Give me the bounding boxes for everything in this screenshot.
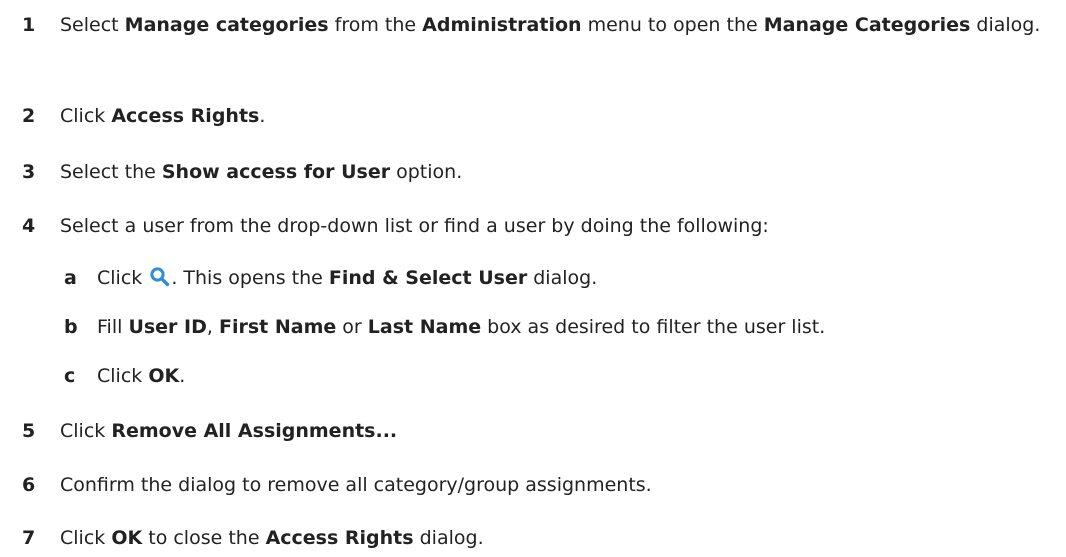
search-icon bbox=[149, 266, 170, 296]
step-text: Click OK to close the Access Rights dial… bbox=[60, 527, 484, 549]
substep-text-after: . This opens the Find & Select User dial… bbox=[171, 267, 598, 289]
substep-letter: c bbox=[64, 365, 76, 387]
step-number: 3 bbox=[22, 161, 36, 183]
step-text: Confirm the dialog to remove all categor… bbox=[60, 474, 652, 496]
substep-letter: b bbox=[64, 316, 78, 338]
step-text: Click Access Rights. bbox=[60, 105, 266, 127]
step-number: 7 bbox=[22, 527, 36, 549]
step-text: Click Remove All Assignments... bbox=[60, 420, 398, 442]
substep-text: Click OK. bbox=[97, 365, 186, 387]
step-number: 6 bbox=[22, 474, 36, 496]
step-number: 5 bbox=[22, 420, 36, 442]
step-text: Select Manage categories from the Admini… bbox=[60, 14, 1041, 36]
step-number: 2 bbox=[22, 105, 36, 127]
step-number: 1 bbox=[22, 14, 36, 36]
substep-letter: a bbox=[64, 267, 77, 289]
substep-text-before: Click bbox=[97, 267, 143, 289]
substep-text: Fill User ID, First Name or Last Name bo… bbox=[97, 316, 826, 338]
step-text: Select the Show access for User option. bbox=[60, 161, 463, 183]
step-number: 4 bbox=[22, 215, 36, 237]
step-text: Select a user from the drop-down list or… bbox=[60, 215, 769, 237]
procedure-document: 1 Select Manage categories from the Admi… bbox=[0, 0, 1066, 557]
